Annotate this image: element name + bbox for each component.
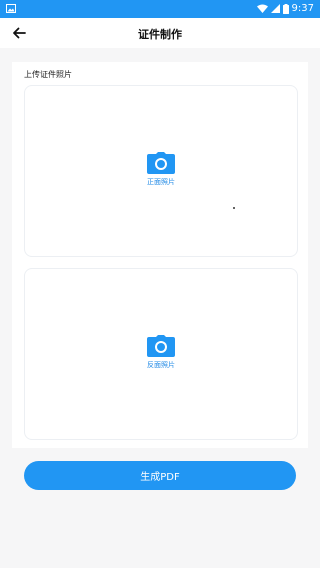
generate-pdf-button[interactable]: 生成PDF [24,461,296,490]
camera-icon [147,152,175,174]
back-photo-upload[interactable]: 反面照片 [24,268,298,440]
image-icon [6,4,16,13]
stray-dot [233,207,235,209]
upload-card: 上传证件照片 正面照片 反面照片 [12,62,308,448]
upload-section-label: 上传证件照片 [24,70,72,79]
page-title: 证件制作 [138,28,182,41]
camera-icon [147,335,175,357]
signal-icon [270,4,280,13]
front-photo-label: 正面照片 [147,178,175,186]
app-bar: 证件制作 [0,18,320,48]
status-bar: 9:37 [0,0,320,18]
status-time: 9:37 [291,3,314,14]
battery-icon [282,3,289,14]
back-photo-label: 反面照片 [147,361,175,369]
wifi-icon [256,4,268,13]
front-photo-upload[interactable]: 正面照片 [24,85,298,257]
